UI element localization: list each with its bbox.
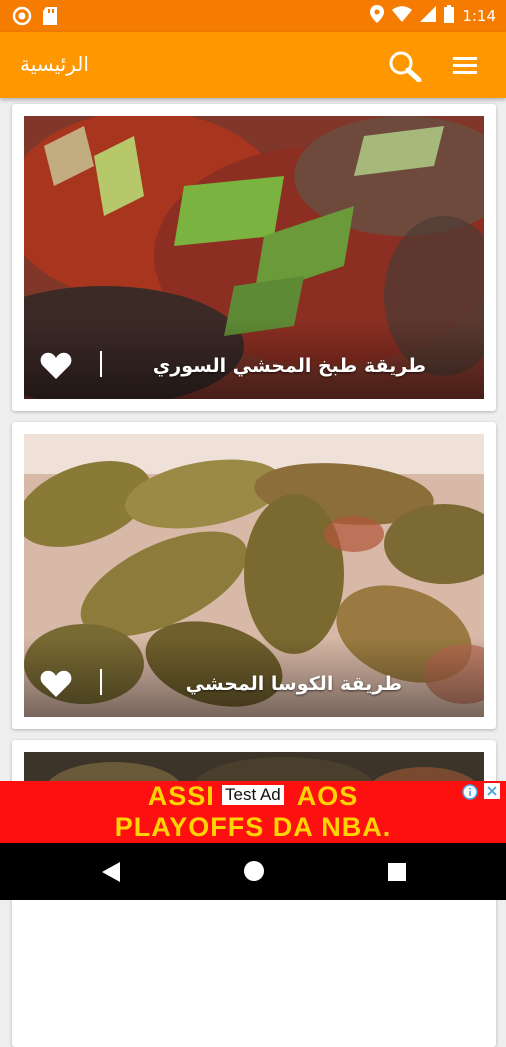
back-button[interactable] (100, 860, 122, 888)
search-button[interactable] (388, 50, 422, 83)
recipe-title: طريقة طبخ المحشي السوري (152, 355, 426, 377)
search-icon (389, 51, 422, 83)
recipe-image: طريقة الكوسا المحشي (24, 434, 484, 717)
page-title: الرئيسية (20, 52, 89, 76)
heart-icon (40, 352, 72, 379)
navigation-bar (0, 843, 506, 900)
recipe-title: طريقة الكوسا المحشي (185, 673, 402, 695)
status-notifications (12, 6, 58, 30)
ad-close-icon (484, 783, 500, 799)
ad-info-button[interactable] (462, 784, 478, 800)
status-system: 1:14 (370, 5, 496, 27)
sd-card-icon (42, 6, 58, 30)
ad-banner[interactable]: ASSI AOS PLAYOFFS DA NBA. Test Ad (0, 781, 506, 843)
home-button[interactable] (243, 860, 265, 886)
signal-icon (420, 6, 437, 26)
status-bar: 1:14 (0, 0, 506, 32)
location-icon (370, 5, 385, 27)
ad-info-icon (462, 784, 478, 800)
recents-icon (388, 863, 406, 881)
wifi-icon (392, 6, 413, 26)
recents-button[interactable] (387, 862, 407, 886)
favorite-button[interactable] (40, 669, 72, 699)
ad-text-line2: PLAYOFFS DA NBA. (114, 812, 392, 842)
ad-close-button[interactable] (484, 783, 500, 799)
home-icon (244, 861, 264, 881)
status-time: 1:14 (462, 7, 496, 25)
recipe-card[interactable]: طريقة طبخ المحشي السوري (12, 104, 496, 411)
divider (100, 351, 102, 377)
app-bar: الرئيسية (0, 32, 506, 98)
menu-button[interactable] (452, 53, 478, 77)
back-icon (102, 862, 120, 882)
favorite-button[interactable] (40, 351, 72, 381)
divider (100, 669, 102, 695)
menu-icon (453, 57, 477, 74)
notification-settings-icon (12, 6, 32, 30)
ad-text-part1: ASSI (147, 781, 215, 811)
battery-icon (444, 5, 455, 27)
heart-icon (40, 670, 72, 697)
recipe-image: طريقة طبخ المحشي السوري (24, 116, 484, 399)
ad-text-part2: AOS (296, 781, 359, 811)
recipe-card[interactable]: طريقة الكوسا المحشي (12, 422, 496, 729)
ad-label: Test Ad (222, 785, 284, 805)
